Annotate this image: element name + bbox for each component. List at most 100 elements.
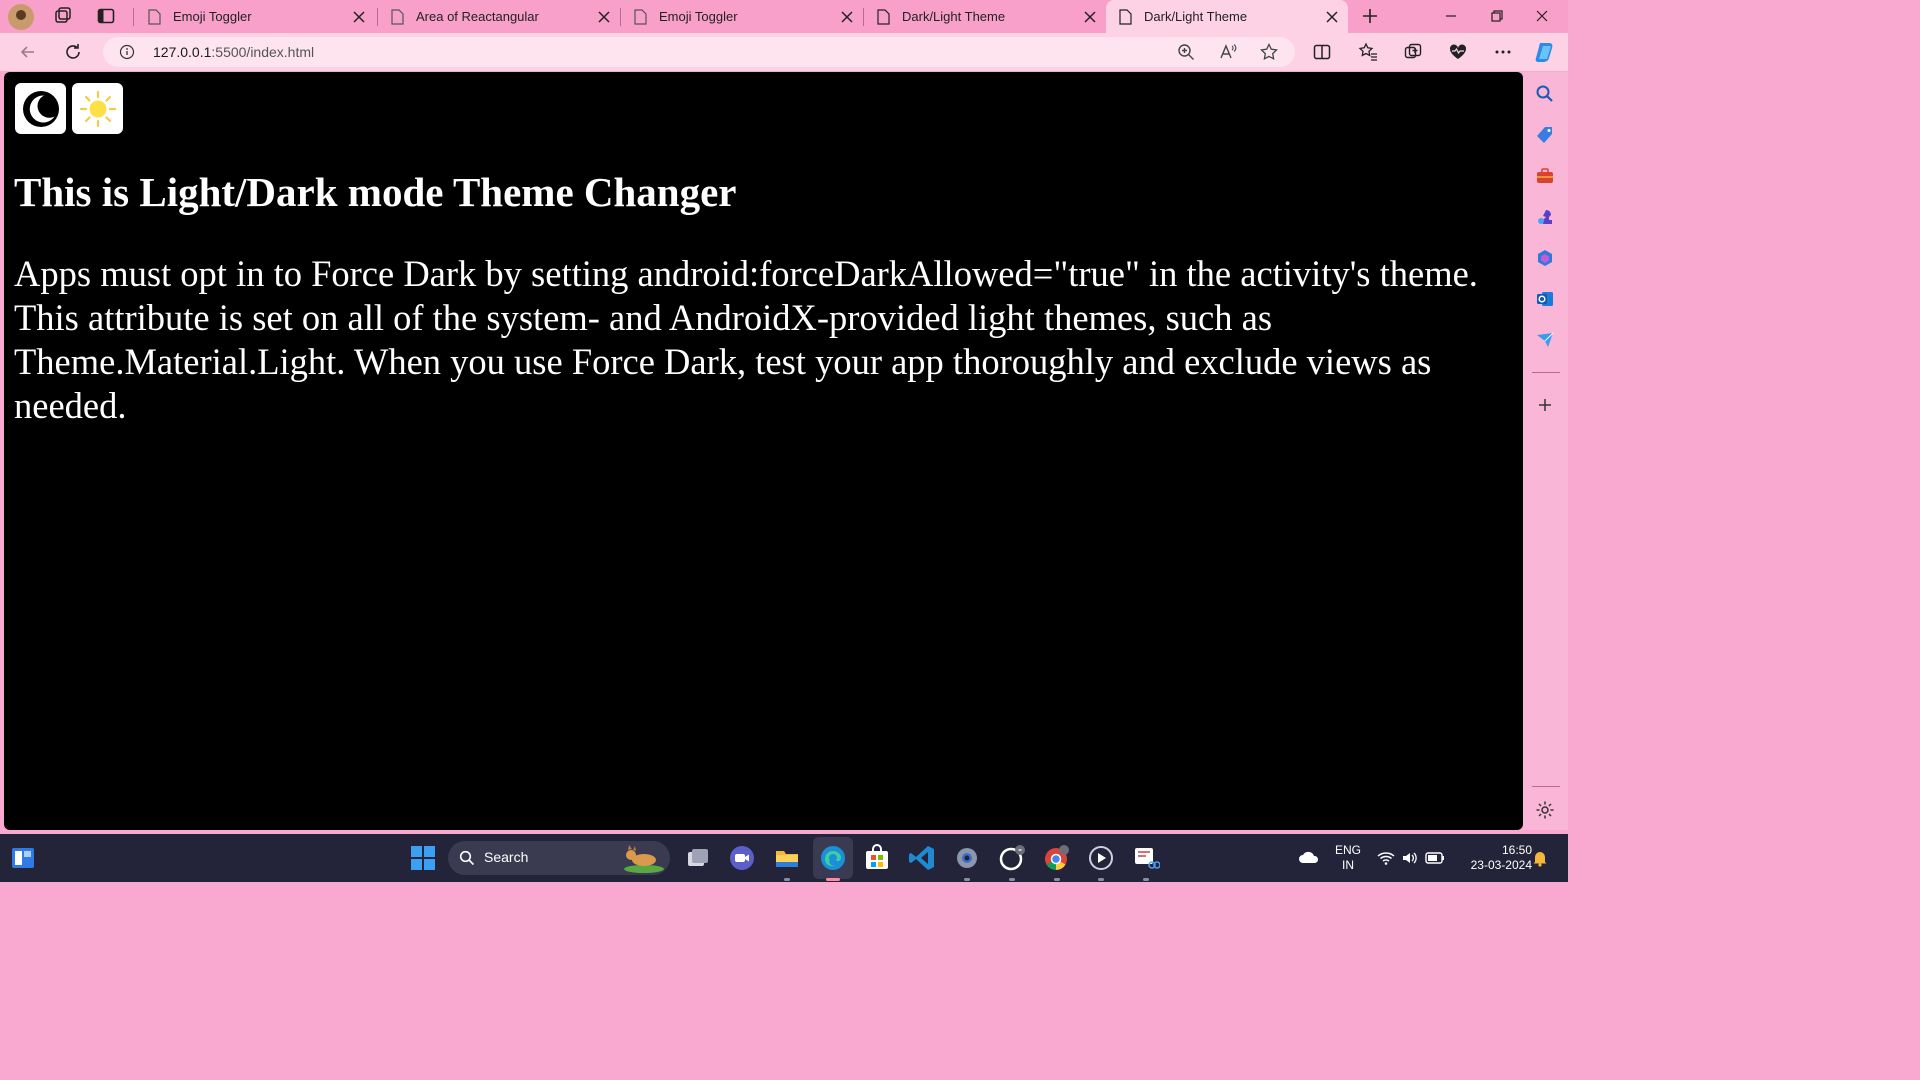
copilot-icon[interactable] — [1534, 40, 1558, 64]
clock-time: 16:50 — [1501, 843, 1532, 857]
close-tab-icon[interactable] — [1324, 9, 1340, 25]
search-icon[interactable] — [1535, 84, 1555, 104]
page-icon — [1119, 8, 1132, 25]
clock-date: 23-03-2024 — [1470, 858, 1532, 872]
page-icon — [391, 8, 404, 25]
edge-sidebar — [1523, 72, 1568, 830]
page-paragraph: Apps must opt in to Force Dark by settin… — [14, 253, 1478, 426]
collections-icon[interactable] — [1403, 42, 1423, 62]
moon-icon — [22, 90, 59, 127]
sidebar-settings-gear-icon[interactable] — [1535, 800, 1555, 820]
search-label: Search — [484, 849, 529, 865]
search-icon — [459, 850, 475, 866]
refresh-icon[interactable] — [63, 42, 83, 62]
edge-browser-icon[interactable] — [819, 844, 847, 872]
battery-icon[interactable] — [1425, 851, 1445, 865]
favorite-star-icon[interactable] — [1260, 43, 1278, 61]
page-heading: This is Light/Dark mode Theme Changer — [14, 169, 737, 215]
tab-strip: Emoji Toggler Area of Reactangular Emoji… — [0, 0, 1568, 33]
address-bar[interactable]: 127.0.0.1:5500/index.html — [103, 37, 1295, 67]
page-icon — [877, 8, 890, 25]
browser-toolbar: 127.0.0.1:5500/index.html — [0, 33, 1568, 71]
outlook-icon[interactable] — [1535, 289, 1555, 309]
language-code: ENG — [1334, 843, 1361, 857]
close-tab-icon[interactable] — [839, 9, 855, 25]
send-drop-icon[interactable] — [1535, 330, 1555, 350]
tab-title: Area of Reactangular — [416, 9, 539, 24]
zoom-icon[interactable] — [1177, 43, 1195, 61]
add-sidebar-app-icon[interactable] — [1535, 395, 1555, 415]
taskbar-search[interactable]: Search — [448, 841, 670, 875]
wifi-icon[interactable] — [1377, 850, 1395, 866]
active-indicator — [826, 878, 840, 881]
notifications-bell-icon[interactable] — [1532, 849, 1548, 867]
search-highlight-dog-icon — [624, 845, 664, 873]
page-icon — [634, 8, 647, 25]
tab-area-of-reactangular[interactable]: Area of Reactangular — [378, 0, 620, 33]
file-explorer-icon[interactable] — [773, 844, 801, 872]
settings-icon[interactable] — [953, 844, 981, 872]
microsoft-store-icon[interactable] — [863, 844, 891, 872]
close-tab-icon[interactable] — [351, 9, 367, 25]
shopping-tag-icon[interactable] — [1535, 125, 1555, 145]
back-icon[interactable] — [18, 42, 38, 62]
tab-title: Emoji Toggler — [173, 9, 252, 24]
region-code: IN — [1342, 858, 1354, 872]
url-host: 127.0.0.1 — [153, 44, 212, 60]
clock[interactable]: 16:50 23-03-2024 — [1452, 843, 1532, 873]
page-icon — [148, 8, 161, 25]
widgets-icon[interactable] — [10, 845, 36, 871]
tab-title: Emoji Toggler — [659, 9, 738, 24]
light-mode-button[interactable] — [72, 83, 123, 134]
running-indicator — [964, 878, 970, 881]
profile-avatar[interactable] — [8, 4, 34, 30]
chrome-icon[interactable] — [1042, 844, 1070, 872]
site-info-icon[interactable] — [119, 44, 135, 60]
close-tab-icon[interactable] — [1082, 9, 1098, 25]
running-indicator — [1143, 878, 1149, 881]
tab-emoji-toggler-2[interactable]: Emoji Toggler — [621, 0, 863, 33]
teams-meet-icon[interactable] — [728, 844, 756, 872]
running-indicator — [1054, 878, 1060, 881]
tools-briefcase-icon[interactable] — [1535, 166, 1555, 186]
snipping-tool-icon[interactable] — [1132, 844, 1160, 872]
running-indicator — [1098, 878, 1104, 881]
vscode-icon[interactable] — [908, 844, 936, 872]
task-view-icon[interactable] — [684, 844, 712, 872]
url-text[interactable]: 127.0.0.1:5500/index.html — [153, 44, 314, 60]
new-tab-icon[interactable] — [1360, 6, 1380, 26]
tab-dark-light-theme-1[interactable]: Dark/Light Theme — [864, 0, 1106, 33]
language-indicator[interactable]: ENG IN — [1332, 843, 1364, 873]
start-windows-icon[interactable] — [409, 844, 437, 872]
sun-icon — [79, 90, 116, 127]
tab-separator — [133, 8, 134, 26]
running-indicator — [1009, 878, 1015, 881]
sidebar-divider — [1532, 786, 1560, 787]
tab-actions-icon[interactable] — [96, 6, 116, 26]
close-tab-icon[interactable] — [596, 9, 612, 25]
media-player-icon[interactable] — [1087, 844, 1115, 872]
close-window-icon[interactable] — [1532, 6, 1552, 26]
page-viewport: This is Light/Dark mode Theme Changer Ap… — [4, 72, 1523, 830]
running-indicator — [784, 878, 790, 881]
favorites-icon[interactable] — [1358, 42, 1378, 62]
tab-title: Dark/Light Theme — [1144, 9, 1248, 24]
more-options-icon[interactable] — [1493, 42, 1513, 62]
games-chess-icon[interactable] — [1535, 207, 1555, 227]
split-screen-icon[interactable] — [1312, 42, 1332, 62]
copilot-apps-icon[interactable] — [1535, 248, 1555, 268]
dark-mode-button[interactable] — [15, 83, 66, 134]
volume-icon[interactable] — [1401, 850, 1419, 866]
tab-emoji-toggler-1[interactable]: Emoji Toggler — [135, 0, 375, 33]
read-aloud-icon[interactable] — [1219, 43, 1237, 61]
url-path: :5500/index.html — [211, 44, 315, 60]
browser-essentials-icon[interactable] — [1448, 42, 1468, 62]
workspaces-icon[interactable] — [53, 6, 73, 26]
tab-dark-light-theme-active[interactable]: Dark/Light Theme — [1106, 0, 1348, 33]
onedrive-cloud-icon[interactable] — [1298, 849, 1320, 865]
tab-title: Dark/Light Theme — [902, 9, 1006, 24]
minimize-icon[interactable] — [1441, 6, 1461, 26]
restore-icon[interactable] — [1487, 6, 1507, 26]
github-copilot-icon[interactable] — [998, 844, 1026, 872]
sidebar-divider — [1532, 372, 1560, 373]
